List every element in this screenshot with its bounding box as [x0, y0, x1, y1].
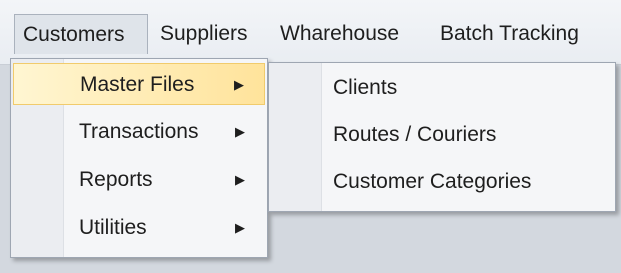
menu-batch-tracking[interactable]: Batch Tracking [432, 14, 608, 54]
menu-customers[interactable]: Customers [14, 14, 148, 54]
menu-suppliers[interactable]: Suppliers [152, 14, 266, 54]
chevron-right-icon: ▶ [235, 124, 245, 139]
submenu-item-customer-categories[interactable]: Customer Categories [271, 161, 613, 203]
submenu-item-clients[interactable]: Clients [271, 67, 613, 109]
menu-item-label: Transactions [79, 120, 199, 143]
submenu-item-label: Clients [333, 76, 398, 99]
submenu-item-label: Customer Categories [333, 170, 532, 193]
submenu-item-routes-couriers[interactable]: Routes / Couriers [271, 114, 613, 156]
menu-item-label: Master Files [80, 73, 195, 96]
menu-item-transactions[interactable]: Transactions ▶ [13, 111, 265, 153]
menu-bar: Customers Suppliers Wharehouse Batch Tra… [0, 0, 621, 65]
menu-wharehouse[interactable]: Wharehouse [272, 14, 424, 54]
chevron-right-icon: ▶ [235, 172, 245, 187]
submenu-item-label: Routes / Couriers [333, 123, 497, 146]
menu-item-reports[interactable]: Reports ▶ [13, 159, 265, 201]
menu-item-label: Reports [79, 168, 153, 191]
menu-item-master-files[interactable]: Master Files ▶ [13, 63, 265, 105]
menu-item-label: Utilities [79, 216, 147, 239]
master-files-submenu: Clients Routes / Couriers Customer Categ… [268, 62, 616, 212]
chevron-right-icon: ▶ [235, 220, 245, 235]
menu-item-utilities[interactable]: Utilities ▶ [13, 207, 265, 249]
chevron-right-icon: ▶ [234, 77, 244, 92]
customers-dropdown-menu: Master Files ▶ Transactions ▶ Reports ▶ … [10, 58, 268, 258]
